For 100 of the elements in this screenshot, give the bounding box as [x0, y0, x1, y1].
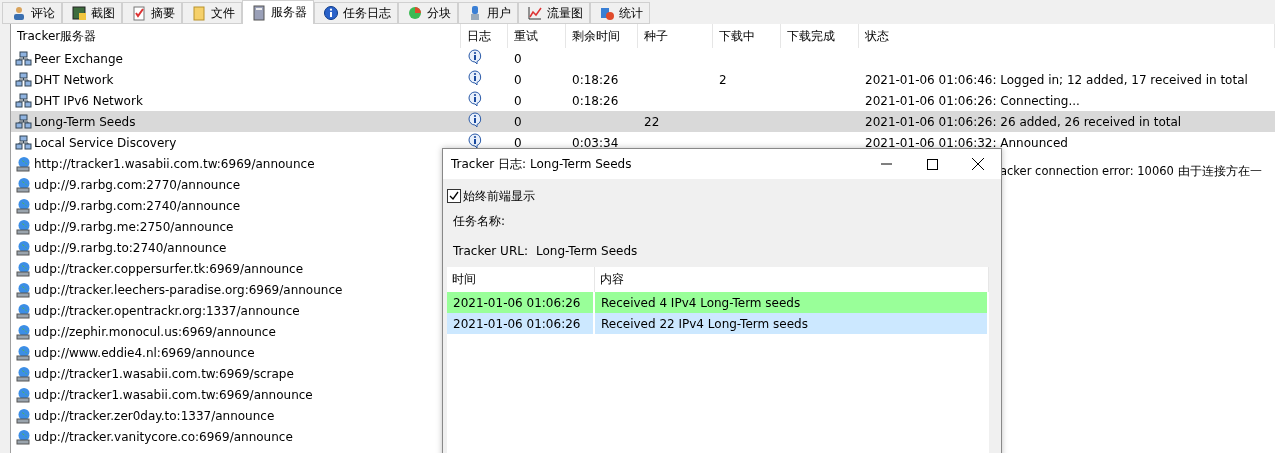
- table-cell: 0: [514, 114, 522, 129]
- table-cell: 0: [514, 51, 522, 66]
- person-icon: [11, 5, 27, 21]
- tab[interactable]: 分块: [398, 2, 458, 24]
- tab[interactable]: 用户: [458, 2, 518, 24]
- column-header[interactable]: 状态: [859, 24, 1275, 48]
- globe-icon: [15, 407, 32, 424]
- tracker-name: udp://tracker.leechers-paradise.org:6969/announce: [34, 282, 343, 297]
- tracker-name: DHT IPv6 Network: [34, 93, 143, 108]
- status-text: 2021-01-06 01:06:32: Announced: [865, 135, 1068, 150]
- tracker-name: udp://9.rarbg.com:2740/announce: [34, 198, 241, 213]
- column-header[interactable]: 下载中: [713, 24, 781, 48]
- tracker-name: udp://www.eddie4.nl:6969/announce: [34, 345, 255, 360]
- table-row[interactable]: udp://tracker.vanitycore.co:6969/announce: [11, 426, 293, 447]
- tab[interactable]: 截图: [62, 2, 122, 24]
- table-row[interactable]: Local Service Discovery 0 0:03:34 2021-01-06 01:06:32: Announced: [11, 132, 1275, 153]
- table-cell: 22: [644, 114, 660, 129]
- globe-icon: [15, 428, 32, 445]
- tracker-name: udp://tracker1.wasabii.com.tw:6969/announce: [34, 387, 313, 402]
- tab[interactable]: 流量图: [518, 2, 590, 24]
- table-cell: 0:03:34: [572, 135, 619, 150]
- tracker-name: udp://zephir.monocul.us:6969/announce: [34, 324, 276, 339]
- network-icon: [15, 92, 32, 109]
- checkbox[interactable]: [447, 189, 461, 203]
- close-icon[interactable]: [972, 158, 984, 170]
- tracker-name: udp://tracker.opentrackr.org:1337/announce: [34, 303, 300, 318]
- table-row[interactable]: udp://9.rarbg.com:2770/announce: [11, 174, 241, 195]
- table-row[interactable]: Peer Exchange 0: [11, 48, 1275, 69]
- table-cell: 0:18:26: [572, 93, 619, 108]
- table-cell: 0: [514, 135, 522, 150]
- globe-icon: [15, 239, 32, 256]
- column-header[interactable]: 重试: [508, 24, 566, 48]
- tracker-name: udp://9.rarbg.me:2750/announce: [34, 219, 234, 234]
- tab[interactable]: 统计: [590, 2, 650, 24]
- network-icon: [15, 134, 32, 151]
- network-icon: [15, 71, 32, 88]
- globe-icon: [15, 281, 32, 298]
- statistics-icon: [599, 5, 615, 21]
- table-row[interactable]: udp://9.rarbg.me:2750/announce: [11, 216, 234, 237]
- info-icon[interactable]: [467, 49, 483, 65]
- globe-icon: [15, 260, 32, 277]
- table-row[interactable]: udp://tracker1.wasabii.com.tw:6969/announce: [11, 384, 313, 405]
- table-cell: 0:18:26: [572, 72, 619, 87]
- tab[interactable]: 摘要: [122, 2, 182, 24]
- checkbox-label: 始终前端显示: [463, 187, 535, 205]
- globe-icon: [15, 323, 32, 340]
- line-chart-icon: [527, 5, 543, 21]
- dialog-title: Tracker 日志: Long-Term Seeds: [451, 155, 633, 173]
- status-text: 2021-01-06 01:06:26: 26 added, 26 received in total: [865, 114, 1182, 129]
- log-time: 2021-01-06 01:06:26: [447, 292, 593, 313]
- tracker-name: udp://tracker1.wasabii.com.tw:6969/scrape: [34, 366, 294, 381]
- globe-icon: [15, 176, 32, 193]
- table-row[interactable]: udp://9.rarbg.to:2740/announce: [11, 237, 227, 258]
- info-icon[interactable]: [467, 133, 483, 149]
- table-row[interactable]: DHT Network 0 0:18:26 2 2021-01-06 01:06:46: Logged in; 12 added, 17 received in total: [11, 69, 1275, 90]
- log-time: 2021-01-06 01:06:26: [447, 313, 593, 334]
- table-row[interactable]: http://tracker1.wasabii.com.tw:6969/announce: [11, 153, 315, 174]
- tracker-name: Peer Exchange: [34, 51, 123, 66]
- column-header[interactable]: Tracker服务器: [11, 24, 461, 48]
- column-header[interactable]: 种子: [638, 24, 713, 48]
- tab[interactable]: 任务日志: [314, 2, 398, 24]
- table-cell: 0: [514, 72, 522, 87]
- tracker-name: udp://tracker.zer0day.to:1337/announce: [34, 408, 275, 423]
- table-row[interactable]: udp://tracker.opentrackr.org:1337/announce: [11, 300, 300, 321]
- tracker-name: udp://tracker.vanitycore.co:6969/announce: [34, 429, 293, 444]
- table-row[interactable]: udp://tracker.zer0day.to:1337/announce: [11, 405, 275, 426]
- tab[interactable]: 服务器: [242, 0, 314, 24]
- tracker-url-value: Long-Term Seeds: [535, 244, 638, 258]
- column-header[interactable]: 日志: [461, 24, 508, 48]
- checklist-icon: [131, 5, 147, 21]
- tab[interactable]: 文件: [182, 2, 242, 24]
- tracker-name: Local Service Discovery: [34, 135, 177, 150]
- table-row[interactable]: udp://tracker1.wasabii.com.tw:6969/scrape: [11, 363, 294, 384]
- table-row[interactable]: Long-Term Seeds 0 22 2021-01-06 01:06:26: 26 added, 26 received in total: [11, 111, 1275, 132]
- log-message: Received 4 IPv4 Long-Term seeds: [595, 292, 987, 313]
- info-icon[interactable]: [467, 70, 483, 86]
- info-icon[interactable]: [467, 112, 483, 128]
- globe-icon: [15, 344, 32, 361]
- column-header[interactable]: 剩余时间: [566, 24, 638, 48]
- table-row[interactable]: udp://tracker.leechers-paradise.org:6969/announce: [11, 279, 343, 300]
- minimize-icon[interactable]: [880, 163, 892, 165]
- tracker-name: udp://tracker.coppersurfer.tk:6969/announce: [34, 261, 304, 276]
- table-row[interactable]: udp://tracker.coppersurfer.tk:6969/announce: [11, 258, 304, 279]
- server-icon: [251, 4, 267, 21]
- table-cell: 2: [719, 72, 727, 87]
- table-cell: 0: [514, 93, 522, 108]
- maximize-icon[interactable]: [926, 158, 938, 170]
- table-row[interactable]: udp://www.eddie4.nl:6969/announce: [11, 342, 255, 363]
- task-name-label: 任务名称:: [453, 213, 507, 230]
- table-row[interactable]: udp://9.rarbg.com:2740/announce: [11, 195, 241, 216]
- tab[interactable]: 评论: [2, 2, 62, 24]
- tracker-name: udp://9.rarbg.com:2770/announce: [34, 177, 241, 192]
- info-icon[interactable]: [467, 91, 483, 107]
- tracker-url-label: Tracker URL:: [453, 244, 528, 258]
- column-header[interactable]: 下载完成: [781, 24, 859, 48]
- globe-icon: [15, 386, 32, 403]
- file-icon: [191, 5, 207, 21]
- table-row[interactable]: udp://zephir.monocul.us:6969/announce: [11, 321, 276, 342]
- pie-chart-icon: [407, 5, 423, 21]
- table-row[interactable]: DHT IPv6 Network 0 0:18:26 2021-01-06 01:06:26: Connecting...: [11, 90, 1275, 111]
